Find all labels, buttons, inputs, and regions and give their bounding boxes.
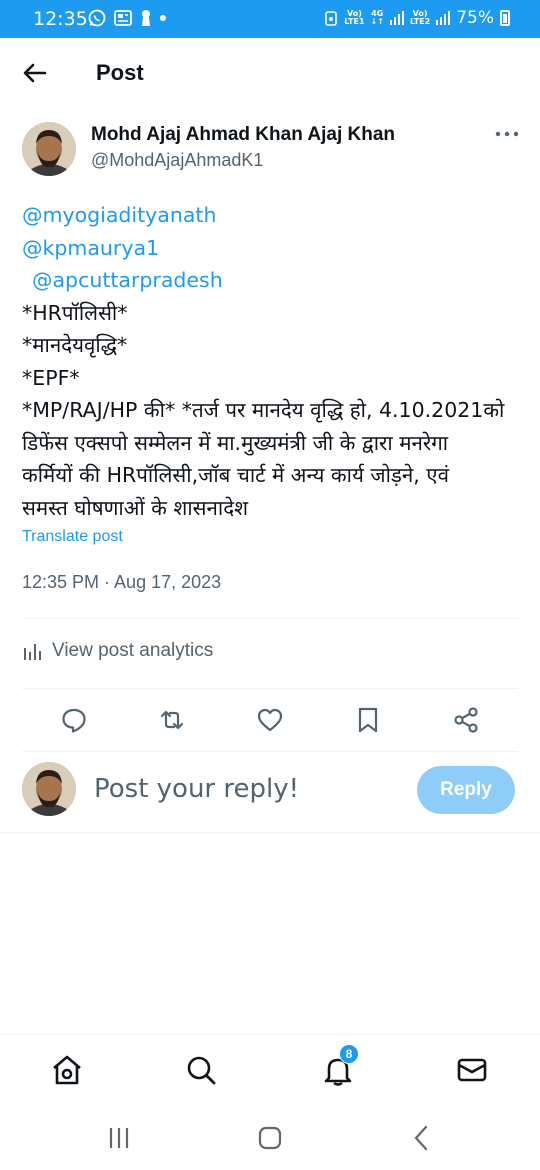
author-handle[interactable]: @MohdAjajAhmadK1 [91,150,263,171]
divider [22,618,518,619]
battery-icon [500,10,510,26]
sim2-label: Vo) LTE2 [409,9,431,26]
divider [0,832,540,833]
news-icon [114,10,132,26]
translate-post-link[interactable]: Translate post [22,528,123,546]
repost-icon[interactable] [158,706,186,734]
status-bar: 12:35 Vo) LTE1 4G ↓↑ Vo) LTE2 75% [0,0,540,38]
whatsapp-icon [88,9,106,27]
analytics-label: View post analytics [52,640,214,661]
comment-icon[interactable] [60,706,88,734]
author-avatar[interactable] [22,122,76,176]
post-actions [0,700,540,740]
post-text-line: *MP/RAJ/HP की* *तर्ज पर मानदेय वृद्धि हो… [22,398,505,422]
mention-link[interactable]: @myogiadityanath [22,199,522,232]
bottom-nav [0,1034,540,1104]
home-button-icon[interactable] [256,1124,284,1152]
analytics-icon [24,644,41,660]
post-text: @myogiadityanath @kpmaurya1 @apcuttarpra… [22,199,522,524]
back-arrow-icon[interactable] [20,58,50,88]
sim1-label: Vo) LTE1 [344,9,365,26]
top-bar: Post [0,38,540,106]
status-time: 12:35 [33,8,88,30]
keyhole-icon [142,10,150,26]
reply-button[interactable]: Reply [417,766,515,814]
recent-apps-icon[interactable] [106,1124,134,1152]
post-text-line: कर्मियों की HRपॉलिसी,जॉब चार्ट में अन्य … [22,463,450,487]
messages-envelope-icon[interactable] [455,1053,489,1087]
back-button-icon[interactable] [408,1124,436,1152]
signal-strength-icon [436,11,451,25]
like-icon[interactable] [256,706,284,734]
notification-dot-icon [160,15,166,21]
signal-strength-icon [389,11,404,25]
divider [22,751,518,752]
view-analytics-link[interactable]: View post analytics [22,640,213,662]
system-navigation [0,1104,540,1170]
mention-link[interactable]: @apcuttarpradesh [22,264,522,297]
post-timestamp: 12:35 PM · Aug 17, 2023 [22,572,222,592]
post-text-line: *EPF* [22,365,80,390]
mention-link[interactable]: @kpmaurya1 [22,232,522,265]
post-text-line: समस्त घोषणाओं के शासनादेश [22,495,249,520]
divider [22,688,518,689]
post-text-line: डिफेंस एक्सपो सम्मेलन में मा.मुख्यमंत्री… [22,430,449,455]
post-text-line: *मानदेयवृद्धि* [22,333,128,357]
more-options-icon[interactable] [494,126,520,142]
page-title: Post [96,60,144,85]
search-icon[interactable] [184,1053,218,1087]
post-text-line: *HRपॉलिसी* [22,300,128,325]
status-indicators: Vo) LTE1 4G ↓↑ Vo) LTE2 75% [324,8,510,28]
notification-badge: 8 [339,1044,359,1064]
bookmark-icon[interactable] [354,706,382,734]
user-avatar [22,762,76,816]
alarm-icon [325,11,338,26]
reply-input[interactable]: Post your reply! [94,774,299,804]
share-icon[interactable] [452,706,480,734]
home-icon[interactable] [50,1053,84,1087]
battery-percent: 75% [456,8,494,28]
network-type: 4G ↓↑ [370,9,384,26]
status-notification-icons [88,9,166,27]
author-name[interactable]: Mohd Ajaj Ahmad Khan Ajaj Khan [91,124,395,146]
